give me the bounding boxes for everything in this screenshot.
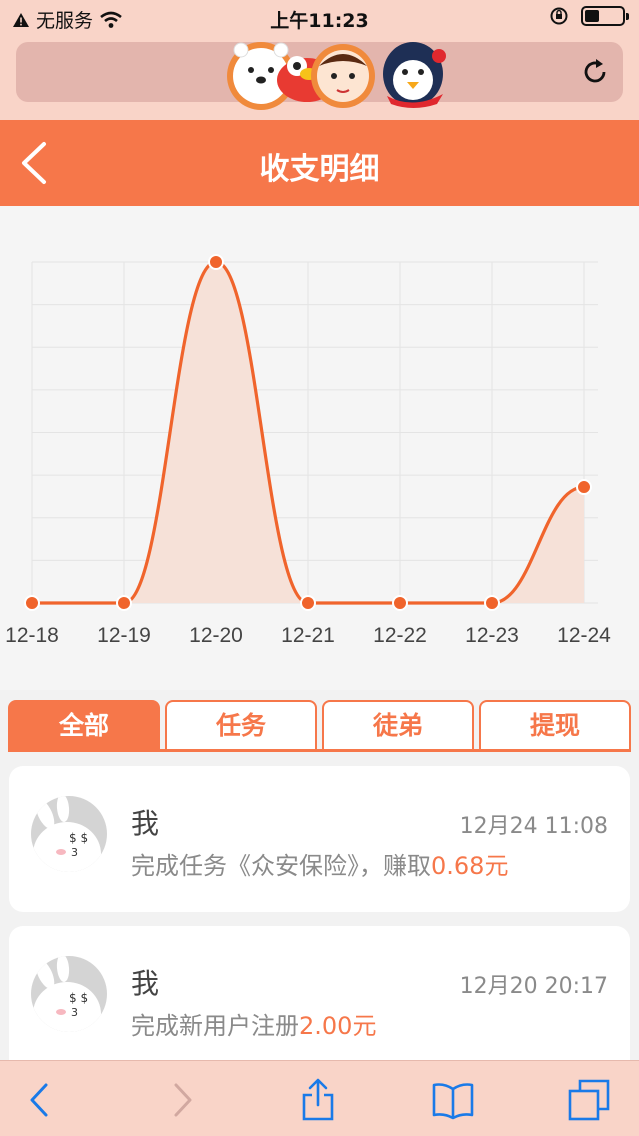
- bookmarks-icon[interactable]: [430, 1077, 476, 1123]
- browser-forward-icon[interactable]: [158, 1077, 204, 1123]
- data-point: [116, 595, 132, 611]
- record-amount: 2.00元: [299, 1012, 377, 1040]
- browser-toolbar: [0, 1060, 639, 1136]
- clock-text: 上午11:23: [270, 10, 369, 32]
- orientation-lock-icon: [550, 7, 568, 25]
- share-icon[interactable]: [295, 1077, 341, 1123]
- svg-text:3: 3: [71, 846, 78, 859]
- data-point: [392, 595, 408, 611]
- reload-icon[interactable]: [579, 56, 611, 88]
- record-description: 完成新用户注册2.00元: [131, 1006, 376, 1041]
- record-description: 完成任务《众安保险》，赚取0.68元: [131, 846, 508, 881]
- rabbit-avatar-icon: $ $3: [33, 796, 101, 872]
- list-item[interactable]: $ $3 我 12月20 20:17 完成新用户注册2.00元: [9, 926, 630, 1076]
- data-point: [24, 595, 40, 611]
- page-title: 收支明细: [259, 152, 380, 187]
- x-tick-label: 12-24: [557, 624, 611, 647]
- svg-text:$ $: $ $: [69, 831, 88, 845]
- svg-text:$ $: $ $: [69, 991, 88, 1005]
- avatar: $ $3: [31, 796, 107, 872]
- filter-tabs: 全部 任务 徒弟 提现: [8, 700, 631, 752]
- tab-apprentices[interactable]: 徒弟: [322, 700, 474, 752]
- record-time: 12月24 11:08: [459, 814, 608, 839]
- record-desc-text: 完成新用户注册: [131, 1012, 299, 1040]
- x-tick-label: 12-21: [281, 624, 335, 647]
- browser-address-area: [0, 36, 639, 120]
- record-user-name: 我: [131, 967, 160, 1000]
- x-tick-label: 12-20: [189, 624, 243, 647]
- address-bar[interactable]: [16, 42, 623, 110]
- income-chart-svg: 12-18 12-19 12-20 12-21 12-22 12-23 12-24: [5, 254, 611, 647]
- status-bar: 无服务 上午11:23: [0, 0, 639, 36]
- data-point: [576, 479, 592, 496]
- browser-back-icon[interactable]: [18, 1077, 64, 1123]
- record-time: 12月20 20:17: [459, 974, 608, 999]
- svg-text:3: 3: [71, 1006, 78, 1019]
- rabbit-avatar-icon: $ $3: [33, 956, 101, 1032]
- tabs-underline: [8, 749, 631, 752]
- battery-icon: [581, 6, 629, 26]
- x-tick-label: 12-19: [97, 624, 151, 647]
- data-point: [300, 595, 316, 611]
- record-desc-text: 完成任务《众安保险》，赚取: [131, 852, 431, 880]
- list-item[interactable]: $ $3 我 12月24 11:08 完成任务《众安保险》，赚取0.68元: [9, 766, 630, 912]
- x-tick-label: 12-23: [465, 624, 519, 647]
- tab-all[interactable]: 全部: [8, 700, 160, 752]
- data-point: [484, 595, 500, 611]
- data-point: [208, 254, 224, 270]
- mascot-logo: [227, 42, 446, 110]
- tabs-icon[interactable]: [566, 1077, 612, 1123]
- x-tick-label: 12-22: [373, 624, 427, 647]
- page-header: 收支明细: [0, 120, 639, 206]
- x-tick-label: 12-18: [5, 624, 59, 647]
- income-chart: 12-18 12-19 12-20 12-21 12-22 12-23 12-24: [0, 206, 639, 690]
- avatar: $ $3: [31, 956, 107, 1032]
- tab-tasks[interactable]: 任务: [165, 700, 317, 752]
- record-user-name: 我: [131, 807, 160, 840]
- record-amount: 0.68元: [431, 852, 509, 880]
- tab-withdraw[interactable]: 提现: [479, 700, 631, 752]
